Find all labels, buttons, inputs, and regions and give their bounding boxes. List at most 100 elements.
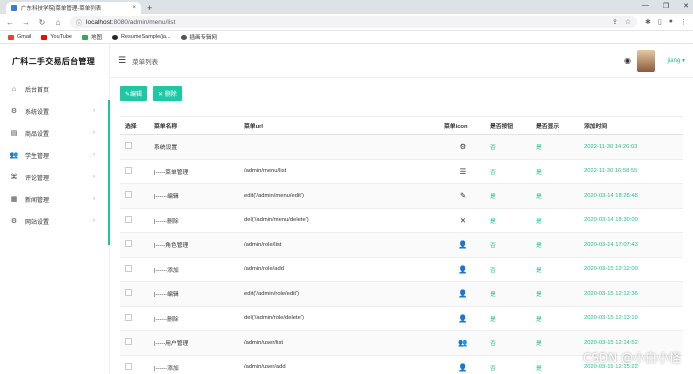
bookmark-youtube[interactable]: YouTube [41,34,72,40]
row-checkbox[interactable] [125,215,132,223]
row-checkbox[interactable] [125,166,132,174]
is-button-cell: 否 [486,330,532,356]
maximize-icon[interactable]: ❐ [663,2,669,10]
header-select: 选择 [120,116,150,135]
bookmark-star-icon[interactable]: ☆ [625,18,631,26]
forward-icon[interactable]: → [22,18,30,27]
table-row[interactable]: |------删除 del('/admin/menu/delete') ✕ 是是 202… [120,208,683,233]
table-row[interactable]: 系统设置 ⚙ 否是 2022-11-30 14:26:03 [120,134,683,160]
add-time-cell: 2020-03-14 18:30:00 [580,208,683,233]
row-select-cell [120,281,150,307]
url-host: localhost [86,18,112,26]
row-select-cell [120,306,150,331]
menu-name-cell: |------添加 [150,355,240,374]
gear-icon: ⚙ [10,108,18,115]
home-icon[interactable]: ⌂ [54,18,62,27]
sidepanel-icon[interactable]: ▯ [658,18,662,26]
menu-url-cell: del('/admin/menu/delete') [240,208,440,233]
is-button-cell: 是 [486,208,532,233]
users-icon: 👥 [440,330,486,356]
row-select-cell [120,257,150,282]
is-button-cell: 否 [486,134,532,160]
profile-icon[interactable]: ● [669,18,673,26]
table-row[interactable]: |------删除 del('/admin/role/delete') 👤 是是 202… [120,306,683,331]
bookmark-gmail[interactable]: Gmail [8,34,31,40]
hamburger-menu-icon[interactable]: ☰ [118,55,126,66]
row-checkbox[interactable] [125,142,132,150]
avatar[interactable] [637,49,655,72]
globe-icon [180,34,187,40]
row-checkbox[interactable] [125,264,132,272]
row-checkbox[interactable] [125,240,132,248]
row-checkbox[interactable] [125,338,132,346]
row-checkbox[interactable] [125,191,132,199]
table-row[interactable]: |------编辑 edit('/admin/role/edit') 👤 是是 2020… [120,281,683,307]
minimize-icon[interactable]: — [642,2,649,10]
sidebar-item-system-settings[interactable]: ⚙ 系统设置 › [0,100,109,122]
youtube-icon [41,34,48,40]
row-checkbox[interactable] [125,362,132,370]
url-path: :8080/admin/menu/list [111,18,176,26]
row-checkbox[interactable] [125,289,132,297]
bookmarks-bar: Gmail YouTube 地图 ResumeSample/ja... 插画专辑… [0,31,693,44]
gmail-icon [8,34,14,40]
chevron-right-icon: › [93,196,95,202]
row-checkbox[interactable] [125,313,132,321]
browser-tab[interactable]: 广东科技学院|菜单管理-菜单列表 × [6,2,141,14]
edit-button[interactable]: ✎编辑 [120,85,148,101]
table-row[interactable]: |-----菜单管理/admin/menu/list ☰ 否是 2022-11-30 … [120,159,683,184]
sidebar-item-site-settings[interactable]: ⚙ 网站设置 › [0,210,109,232]
bookmark-illustration[interactable]: 插画专辑网 [180,33,217,41]
menu-kebab-icon[interactable]: ⋮ [680,18,687,26]
favicon-icon [11,5,17,11]
github-icon [112,34,119,40]
menu-url-cell: /admin/role/add [240,257,440,282]
news-icon: ▦ [10,196,18,203]
sidebar-item-product-settings[interactable]: ▤ 商品设置 › [0,122,109,144]
user-menu[interactable]: jiang ▾ [668,57,685,64]
add-time-cell: 2020-03-14 17:07:43 [580,232,683,258]
delete-button[interactable]: ✕ 删除 [153,85,182,101]
row-select-cell [120,183,150,209]
is-visible-cell: 是 [532,183,580,209]
close-tab-icon[interactable]: × [132,5,136,11]
bookmark-maps[interactable]: 地图 [82,33,102,41]
page-title: 菜单列表 [132,58,159,66]
menu-name-cell: |-----菜单管理 [150,159,240,184]
is-visible-cell: 是 [532,257,580,282]
extension-icon[interactable]: ✱ [645,18,651,26]
table-row[interactable]: |------添加/admin/role/add 👤 否是 2020-03-15 12… [120,257,683,282]
is-visible-cell: 是 [532,330,580,356]
chevron-right-icon: › [93,174,95,180]
url-input[interactable]: ⓘ localhost :8080/admin/menu/list ⇪ ☆ [70,16,638,28]
close-window-icon[interactable]: ✕ [683,2,689,10]
user-plus-icon: 👤 [440,257,486,282]
table-row[interactable]: |------编辑 edit('/admin/menu/edit') ✎ 是是 2020… [120,183,683,209]
share-icon[interactable]: ⇪ [612,18,618,26]
bookmark-github[interactable]: ResumeSample/ja... [112,34,171,40]
table-row[interactable]: |-----角色管理/admin/role/list 👤 否是 2020-03-14 … [120,232,683,258]
sidebar-item-students[interactable]: 👥 学生管理 › [0,144,109,166]
palette-icon[interactable]: ◉ [624,56,631,65]
chevron-right-icon: › [93,108,95,114]
add-time-cell: 2020-03-15 12:12:36 [580,281,683,307]
admin-app: 广科二手交易后台管理 ⌂ 后台首页 ⚙ 系统设置 › ▤ 商品设置 › 👥 学生… [0,44,693,374]
sidebar-item-news[interactable]: ▦ 新闻管理 › [0,188,109,210]
row-select-cell [120,330,150,356]
shop-icon: ▤ [10,130,18,137]
sidebar-item-home[interactable]: ⌂ 后台首页 [0,78,109,100]
header-menu-url: 菜单url [240,116,440,135]
menu-name-cell: |------编辑 [150,281,240,307]
new-tab-button[interactable]: + [147,3,152,13]
header-menu-name: 菜单名称 [150,116,240,135]
reload-icon[interactable]: ↻ [38,18,46,27]
main-content: ☰ 菜单列表 ◉ jiang ▾ ✎编辑 ✕ 删除 选择 菜单名称 菜单url … [110,44,693,374]
is-visible-cell: 是 [532,281,580,307]
menu-name-cell: |------编辑 [150,183,240,209]
row-select-cell [120,134,150,160]
info-icon[interactable]: ⓘ [76,18,82,27]
top-header: ☰ 菜单列表 ◉ jiang ▾ [110,44,693,78]
back-icon[interactable]: ← [6,18,14,27]
is-button-cell: 否 [486,232,532,258]
sidebar-item-comments[interactable]: ⌘ 评论管理 › [0,166,109,188]
